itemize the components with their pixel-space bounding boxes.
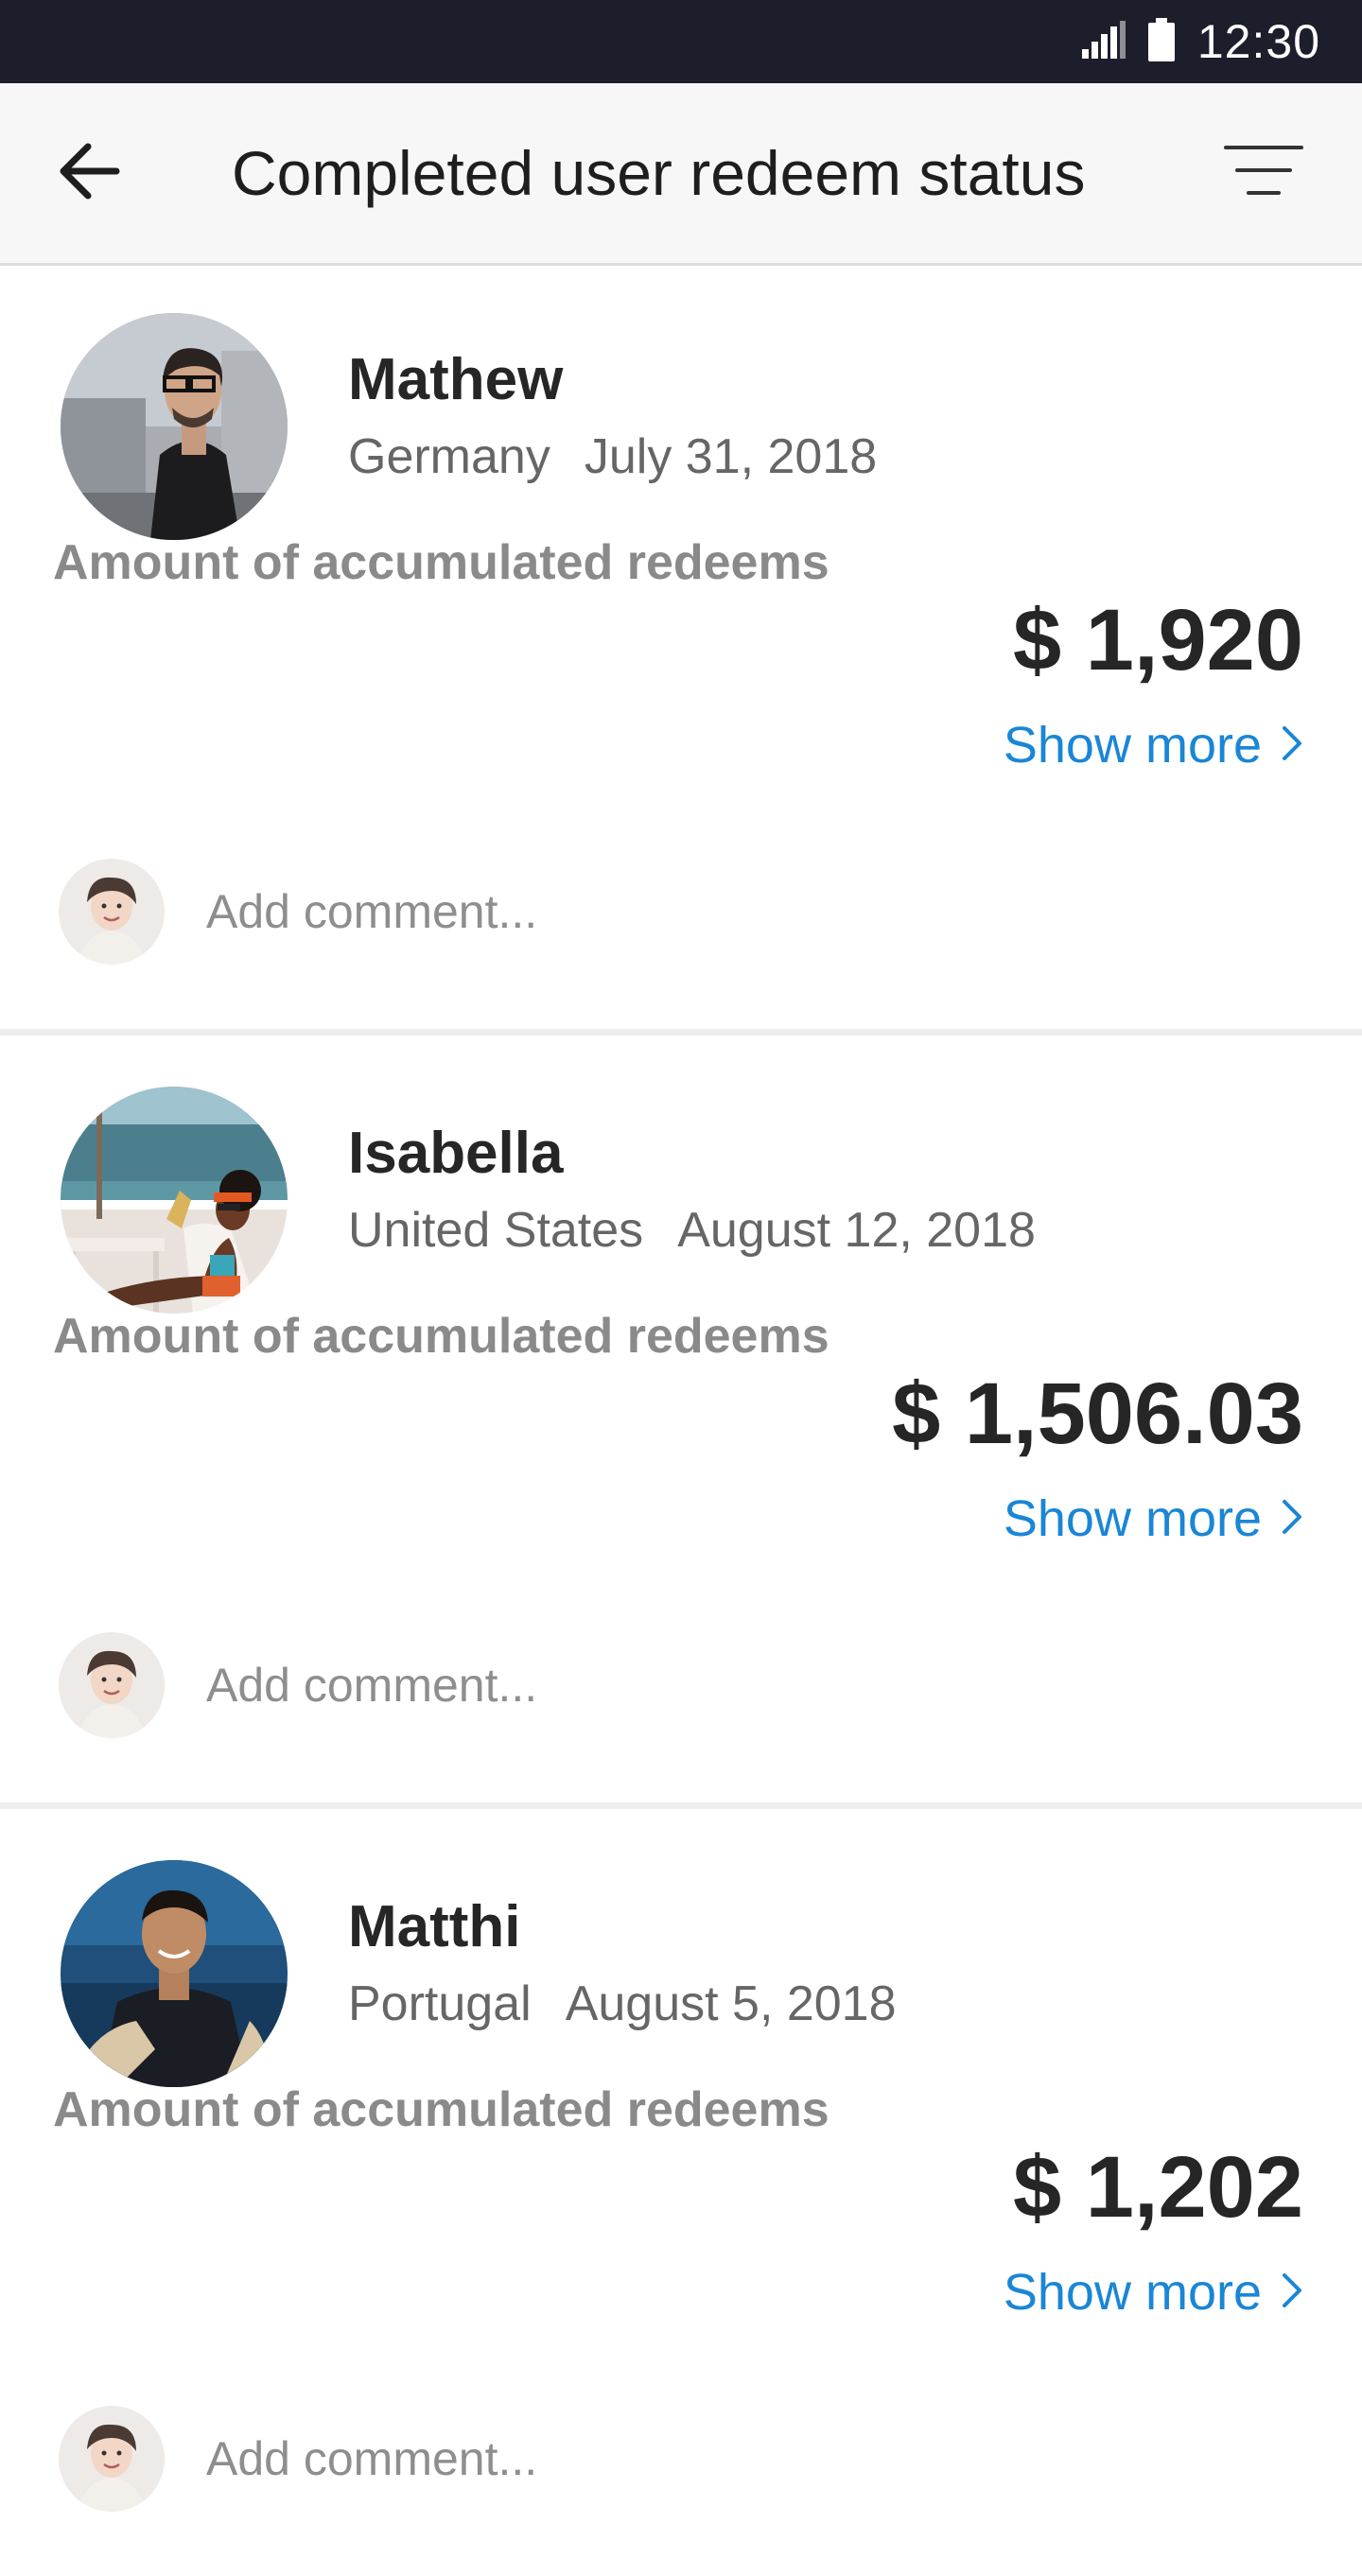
avatar[interactable] bbox=[61, 313, 288, 540]
back-button[interactable] bbox=[47, 131, 132, 216]
amount-value: $ 1,506.03 bbox=[892, 1366, 1303, 1462]
user-name: Matthi bbox=[348, 1894, 521, 1959]
redeem-date: August 12, 2018 bbox=[677, 1203, 1036, 1258]
comment-row bbox=[59, 2405, 1057, 2513]
user-country: Germany bbox=[348, 429, 550, 484]
chevron-right-icon bbox=[1281, 2267, 1303, 2318]
filter-icon bbox=[1224, 146, 1303, 208]
comment-row bbox=[59, 1631, 1057, 1739]
commenter-avatar bbox=[59, 859, 165, 965]
show-more-label: Show more bbox=[1003, 717, 1262, 774]
user-name: Isabella bbox=[348, 1121, 564, 1186]
chevron-right-icon bbox=[1281, 1493, 1303, 1544]
card-divider bbox=[0, 1029, 1362, 1036]
avatar[interactable] bbox=[61, 1860, 288, 2087]
user-meta: United States August 12, 2018 bbox=[348, 1206, 1036, 1255]
comment-row bbox=[59, 858, 1057, 966]
amount-label: Amount of accumulated redeems bbox=[53, 2082, 829, 2137]
user-meta: Germany July 31, 2018 bbox=[348, 432, 877, 481]
user-card: Matthi Portugal August 5, 2018 Amount of … bbox=[0, 1813, 1362, 2576]
user-card: Isabella United States August 12, 2018 Am… bbox=[0, 1039, 1362, 1802]
commenter-avatar bbox=[59, 1632, 165, 1738]
add-comment-input[interactable] bbox=[206, 1658, 1057, 1713]
show-more-label: Show more bbox=[1003, 1490, 1262, 1547]
user-card: Mathew Germany July 31, 2018 Amount of ac… bbox=[0, 266, 1362, 1029]
show-more-link[interactable]: Show more bbox=[1004, 1493, 1303, 1544]
status-bar-right: 12:30 bbox=[1081, 0, 1320, 83]
signal-icon bbox=[1081, 20, 1126, 63]
filter-button[interactable] bbox=[1224, 142, 1303, 204]
amount-label: Amount of accumulated redeems bbox=[53, 535, 829, 590]
card-divider bbox=[0, 1802, 1362, 1809]
avatar[interactable] bbox=[61, 1087, 288, 1314]
commenter-avatar bbox=[59, 2406, 165, 2512]
add-comment-input[interactable] bbox=[206, 2431, 1057, 2486]
battery-icon bbox=[1147, 17, 1175, 66]
status-time: 12:30 bbox=[1196, 15, 1320, 68]
amount-label: Amount of accumulated redeems bbox=[53, 1309, 829, 1364]
page-title: Completed user redeem status bbox=[232, 138, 1086, 208]
redeem-date: July 31, 2018 bbox=[584, 429, 878, 484]
app-bar: Completed user redeem status bbox=[0, 83, 1362, 266]
status-bar: 12:30 bbox=[0, 0, 1362, 83]
chevron-right-icon bbox=[1281, 720, 1303, 771]
user-meta: Portugal August 5, 2018 bbox=[348, 1979, 897, 2028]
show-more-link[interactable]: Show more bbox=[1004, 720, 1303, 771]
user-country: United States bbox=[348, 1203, 644, 1258]
amount-value: $ 1,202 bbox=[1013, 2139, 1303, 2236]
add-comment-input[interactable] bbox=[206, 884, 1057, 939]
show-more-label: Show more bbox=[1003, 2264, 1262, 2321]
user-name: Mathew bbox=[348, 347, 564, 412]
redeem-date: August 5, 2018 bbox=[565, 1976, 897, 2031]
show-more-link[interactable]: Show more bbox=[1004, 2267, 1303, 2318]
user-country: Portugal bbox=[348, 1976, 532, 2031]
amount-value: $ 1,920 bbox=[1013, 592, 1303, 688]
arrow-left-icon bbox=[56, 137, 124, 210]
